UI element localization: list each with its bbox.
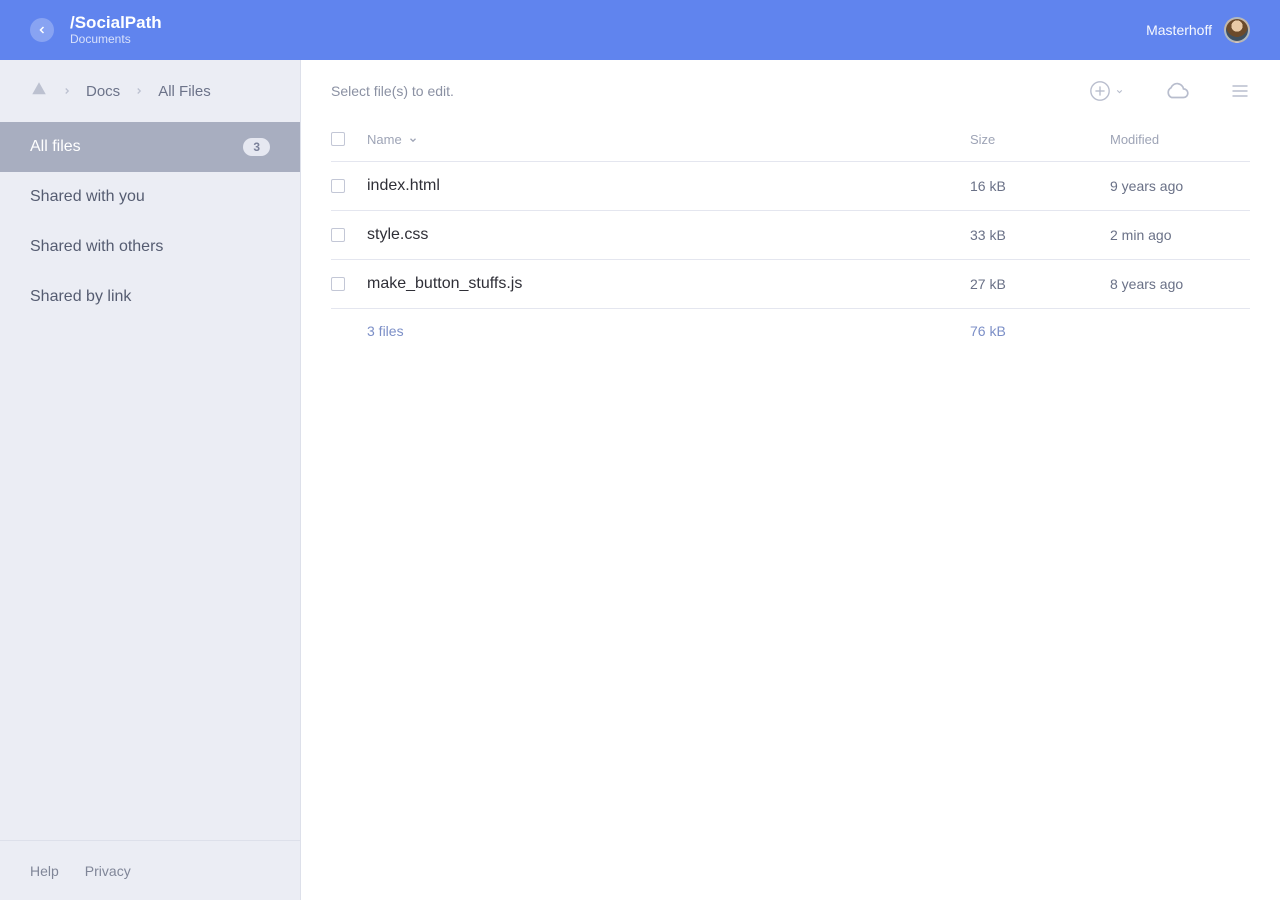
back-button[interactable] <box>30 18 54 42</box>
sidebar-item-shared-by-link[interactable]: Shared by link <box>0 272 300 322</box>
sidebar-item-label: Shared by link <box>30 288 131 306</box>
sidebar-item-shared-with-you[interactable]: Shared with you <box>0 172 300 222</box>
sidebar-item-shared-with-others[interactable]: Shared with others <box>0 222 300 272</box>
menu-button[interactable] <box>1230 81 1250 101</box>
privacy-link[interactable]: Privacy <box>85 863 131 879</box>
col-modified-header[interactable]: Modified <box>1110 122 1250 162</box>
row-checkbox[interactable] <box>331 228 345 242</box>
col-name-header[interactable]: Name <box>367 122 970 162</box>
file-modified: 9 years ago <box>1110 162 1250 211</box>
file-modified: 2 min ago <box>1110 211 1250 260</box>
file-modified: 8 years ago <box>1110 260 1250 309</box>
file-size: 33 kB <box>970 211 1110 260</box>
username-label[interactable]: Masterhoff <box>1146 22 1212 38</box>
main-panel: Select file(s) to edit. <box>301 60 1280 900</box>
home-icon[interactable] <box>30 80 48 102</box>
chevron-down-icon <box>1115 87 1124 96</box>
files-table: Name Size Modified index.html 16 kB 9 ye… <box>331 122 1250 353</box>
file-size: 16 kB <box>970 162 1110 211</box>
select-all-checkbox[interactable] <box>331 132 345 146</box>
row-checkbox[interactable] <box>331 179 345 193</box>
chevron-right-icon <box>62 83 72 100</box>
sidebar-nav: All files 3 Shared with you Shared with … <box>0 122 300 840</box>
sidebar-footer: Help Privacy <box>0 840 300 900</box>
help-link[interactable]: Help <box>30 863 59 879</box>
sidebar-item-label: All files <box>30 138 81 156</box>
sidebar-item-badge: 3 <box>243 138 270 156</box>
plus-circle-icon <box>1089 80 1111 102</box>
col-select-header <box>331 122 367 162</box>
chevron-right-icon <box>134 83 144 100</box>
sidebar-item-label: Shared with you <box>30 188 145 206</box>
row-checkbox[interactable] <box>331 277 345 291</box>
toolbar: Select file(s) to edit. <box>331 60 1250 122</box>
sidebar-item-all-files[interactable]: All files 3 <box>0 122 300 172</box>
breadcrumb-all-files[interactable]: All Files <box>158 83 211 100</box>
app-subtitle: Documents <box>70 33 162 47</box>
chevron-left-icon <box>36 24 48 36</box>
col-size-header[interactable]: Size <box>970 122 1110 162</box>
summary-size: 76 kB <box>970 309 1110 353</box>
sidebar: Docs All Files All files 3 Shared with y… <box>0 60 301 900</box>
breadcrumb-docs[interactable]: Docs <box>86 83 120 100</box>
sidebar-item-label: Shared with others <box>30 238 163 256</box>
file-name[interactable]: style.css <box>367 211 970 260</box>
add-button[interactable] <box>1089 80 1124 102</box>
toolbar-prompt: Select file(s) to edit. <box>331 83 454 99</box>
avatar[interactable] <box>1224 17 1250 43</box>
summary-count: 3 files <box>367 309 970 353</box>
file-size: 27 kB <box>970 260 1110 309</box>
cloud-icon <box>1164 78 1190 104</box>
chevron-down-icon <box>408 135 418 145</box>
menu-icon <box>1230 81 1250 101</box>
app-title: /SocialPath <box>70 13 162 33</box>
col-name-label: Name <box>367 132 402 147</box>
file-name[interactable]: make_button_stuffs.js <box>367 260 970 309</box>
breadcrumb: Docs All Files <box>0 60 300 122</box>
title-block: /SocialPath Documents <box>70 13 162 46</box>
file-name[interactable]: index.html <box>367 162 970 211</box>
cloud-button[interactable] <box>1164 78 1190 104</box>
topbar: /SocialPath Documents Masterhoff <box>0 0 1280 60</box>
